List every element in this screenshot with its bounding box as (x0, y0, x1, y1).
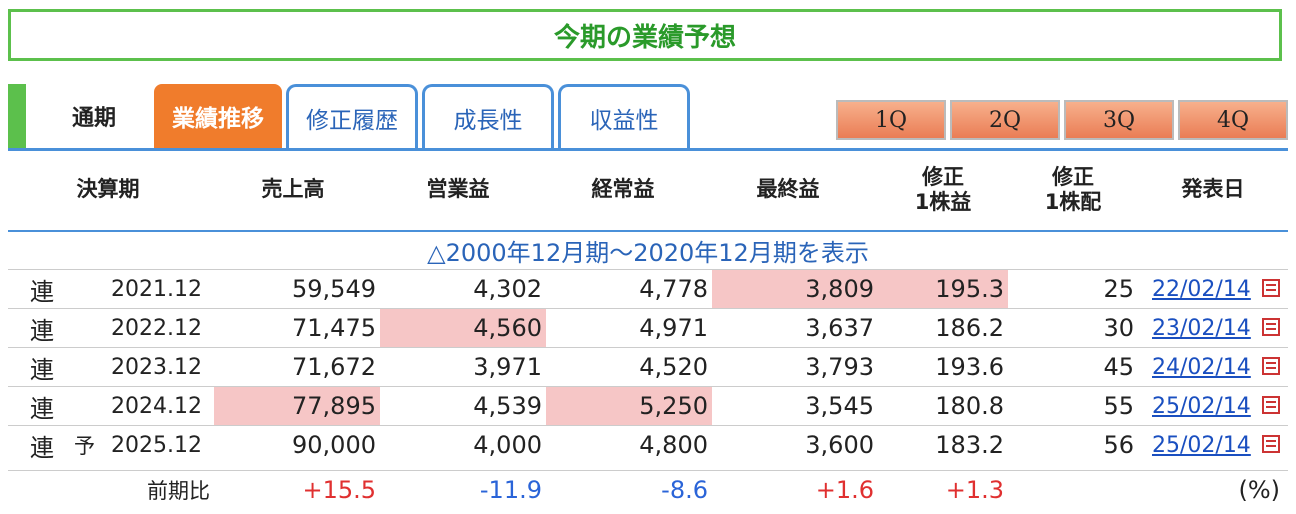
row-period: 2021.12 (111, 276, 202, 302)
pdf-icon[interactable] (1262, 435, 1280, 453)
row-dividend: 55 (1103, 392, 1134, 420)
tab-bar-accent (8, 84, 26, 148)
row-eps: 195.3 (878, 270, 1008, 308)
row-eps: 183.2 (935, 431, 1004, 459)
row-sales: 71,672 (292, 353, 376, 381)
row-sales: 71,475 (292, 314, 376, 342)
yoy-eps: +1.3 (945, 476, 1004, 504)
row-net: 3,637 (805, 314, 874, 342)
announce-date-link[interactable]: 25/02/14 (1152, 394, 1251, 419)
quarter-button-1q[interactable]: 1Q (836, 100, 946, 140)
tab-period[interactable]: 通期 (34, 84, 154, 148)
tab-growth[interactable]: 成長性 (422, 84, 554, 148)
section-title: 今期の業績予想 (8, 9, 1282, 61)
row-net: 3,793 (805, 353, 874, 381)
row-period: 2024.12 (111, 393, 202, 419)
quarter-button-3q[interactable]: 3Q (1064, 100, 1174, 140)
row-eps: 193.6 (935, 353, 1004, 381)
announce-date-link[interactable]: 25/02/14 (1152, 433, 1251, 458)
row-operating: 4,539 (473, 392, 542, 420)
col-period: 決算期 (76, 177, 140, 202)
col-eps: 修正 1株益 (878, 152, 1008, 228)
row-operating: 4,560 (380, 309, 546, 347)
pdf-icon[interactable] (1262, 279, 1280, 297)
row-operating: 4,000 (473, 431, 542, 459)
col-eps-line1: 修正 (922, 164, 964, 189)
table-row: 連 2023.12 71,672 3,971 4,520 3,793 193.6… (8, 347, 1288, 386)
pdf-icon[interactable] (1262, 396, 1280, 414)
col-eps-line2: 1株益 (914, 190, 972, 214)
table-row-forecast: 連 予 2025.12 90,000 4,000 4,800 3,600 183… (8, 425, 1288, 464)
section-title-text: 今期の業績予想 (553, 22, 736, 53)
row-ordinary: 4,778 (639, 275, 708, 303)
col-dividend-line1: 修正 (1052, 164, 1094, 189)
quarter-button-2q[interactable]: 2Q (950, 100, 1060, 140)
tab-revision-history[interactable]: 修正履歴 (286, 84, 418, 148)
yoy-label: 前期比 (147, 479, 210, 503)
yoy-unit: (%) (1238, 476, 1280, 504)
row-type: 連 (30, 316, 54, 345)
row-ordinary: 4,800 (639, 431, 708, 459)
row-period: 2023.12 (111, 354, 202, 380)
row-type: 連 (30, 394, 54, 423)
table-row: 連 2022.12 71,475 4,560 4,971 3,637 186.2… (8, 308, 1288, 347)
row-net: 3,545 (805, 392, 874, 420)
pdf-icon[interactable] (1262, 318, 1280, 336)
row-ordinary: 4,971 (639, 314, 708, 342)
row-dividend: 45 (1103, 353, 1134, 381)
table-header: 決算期 売上高 営業益 経常益 最終益 修正 1株益 修正 1株配 発表日 (8, 152, 1288, 228)
col-ordinary: 経常益 (591, 177, 655, 202)
announce-date-link[interactable]: 23/02/14 (1152, 316, 1251, 341)
table-row: 連 2021.12 59,549 4,302 4,778 3,809 195.3… (8, 269, 1288, 308)
col-net: 最終益 (756, 177, 820, 202)
tab-results-history[interactable]: 業績推移 (154, 84, 282, 148)
yoy-row: 前期比 +15.5 -11.9 -8.6 +1.6 +1.3 (%) (8, 470, 1288, 509)
col-dividend-line2: 1株配 (1044, 190, 1102, 214)
row-operating: 3,971 (473, 353, 542, 381)
announce-date-link[interactable]: 22/02/14 (1152, 277, 1251, 302)
row-net: 3,809 (712, 270, 878, 308)
yoy-ordinary: -8.6 (661, 476, 708, 504)
col-sales: 売上高 (261, 177, 325, 202)
row-dividend: 30 (1103, 314, 1134, 342)
tab-underline (8, 148, 1288, 151)
pdf-icon[interactable] (1262, 357, 1280, 375)
row-sales: 90,000 (292, 431, 376, 459)
col-date: 発表日 (1181, 177, 1245, 202)
row-ordinary: 5,250 (546, 387, 712, 425)
row-type: 連 (30, 355, 54, 384)
row-operating: 4,302 (473, 275, 542, 303)
row-net: 3,600 (805, 431, 874, 459)
row-sales: 77,895 (214, 387, 380, 425)
yoy-operating: -11.9 (479, 476, 542, 504)
table-row: 連 2024.12 77,895 4,539 5,250 3,545 180.8… (8, 386, 1288, 425)
row-period: 2022.12 (111, 315, 202, 341)
tab-bar: 通期 業績推移 修正履歴 成長性 収益性 1Q 2Q 3Q 4Q (8, 84, 1288, 150)
row-ordinary: 4,520 (639, 353, 708, 381)
row-type: 連 (30, 277, 54, 306)
yoy-net: +1.6 (815, 476, 874, 504)
yoy-sales: +15.5 (302, 476, 376, 504)
row-eps: 186.2 (935, 314, 1004, 342)
announce-date-link[interactable]: 24/02/14 (1152, 355, 1251, 380)
row-dividend: 25 (1103, 275, 1134, 303)
expand-history-link[interactable]: △2000年12月期～2020年12月期を表示 (8, 232, 1288, 268)
row-sales: 59,549 (292, 275, 376, 303)
row-eps: 180.8 (935, 392, 1004, 420)
col-operating: 営業益 (426, 177, 490, 202)
row-type: 連 (30, 433, 54, 462)
row-period: 2025.12 (111, 432, 202, 458)
tab-profitability[interactable]: 収益性 (558, 84, 690, 148)
quarter-button-4q[interactable]: 4Q (1178, 100, 1288, 140)
row-dividend: 56 (1103, 431, 1134, 459)
col-dividend: 修正 1株配 (1008, 152, 1138, 228)
